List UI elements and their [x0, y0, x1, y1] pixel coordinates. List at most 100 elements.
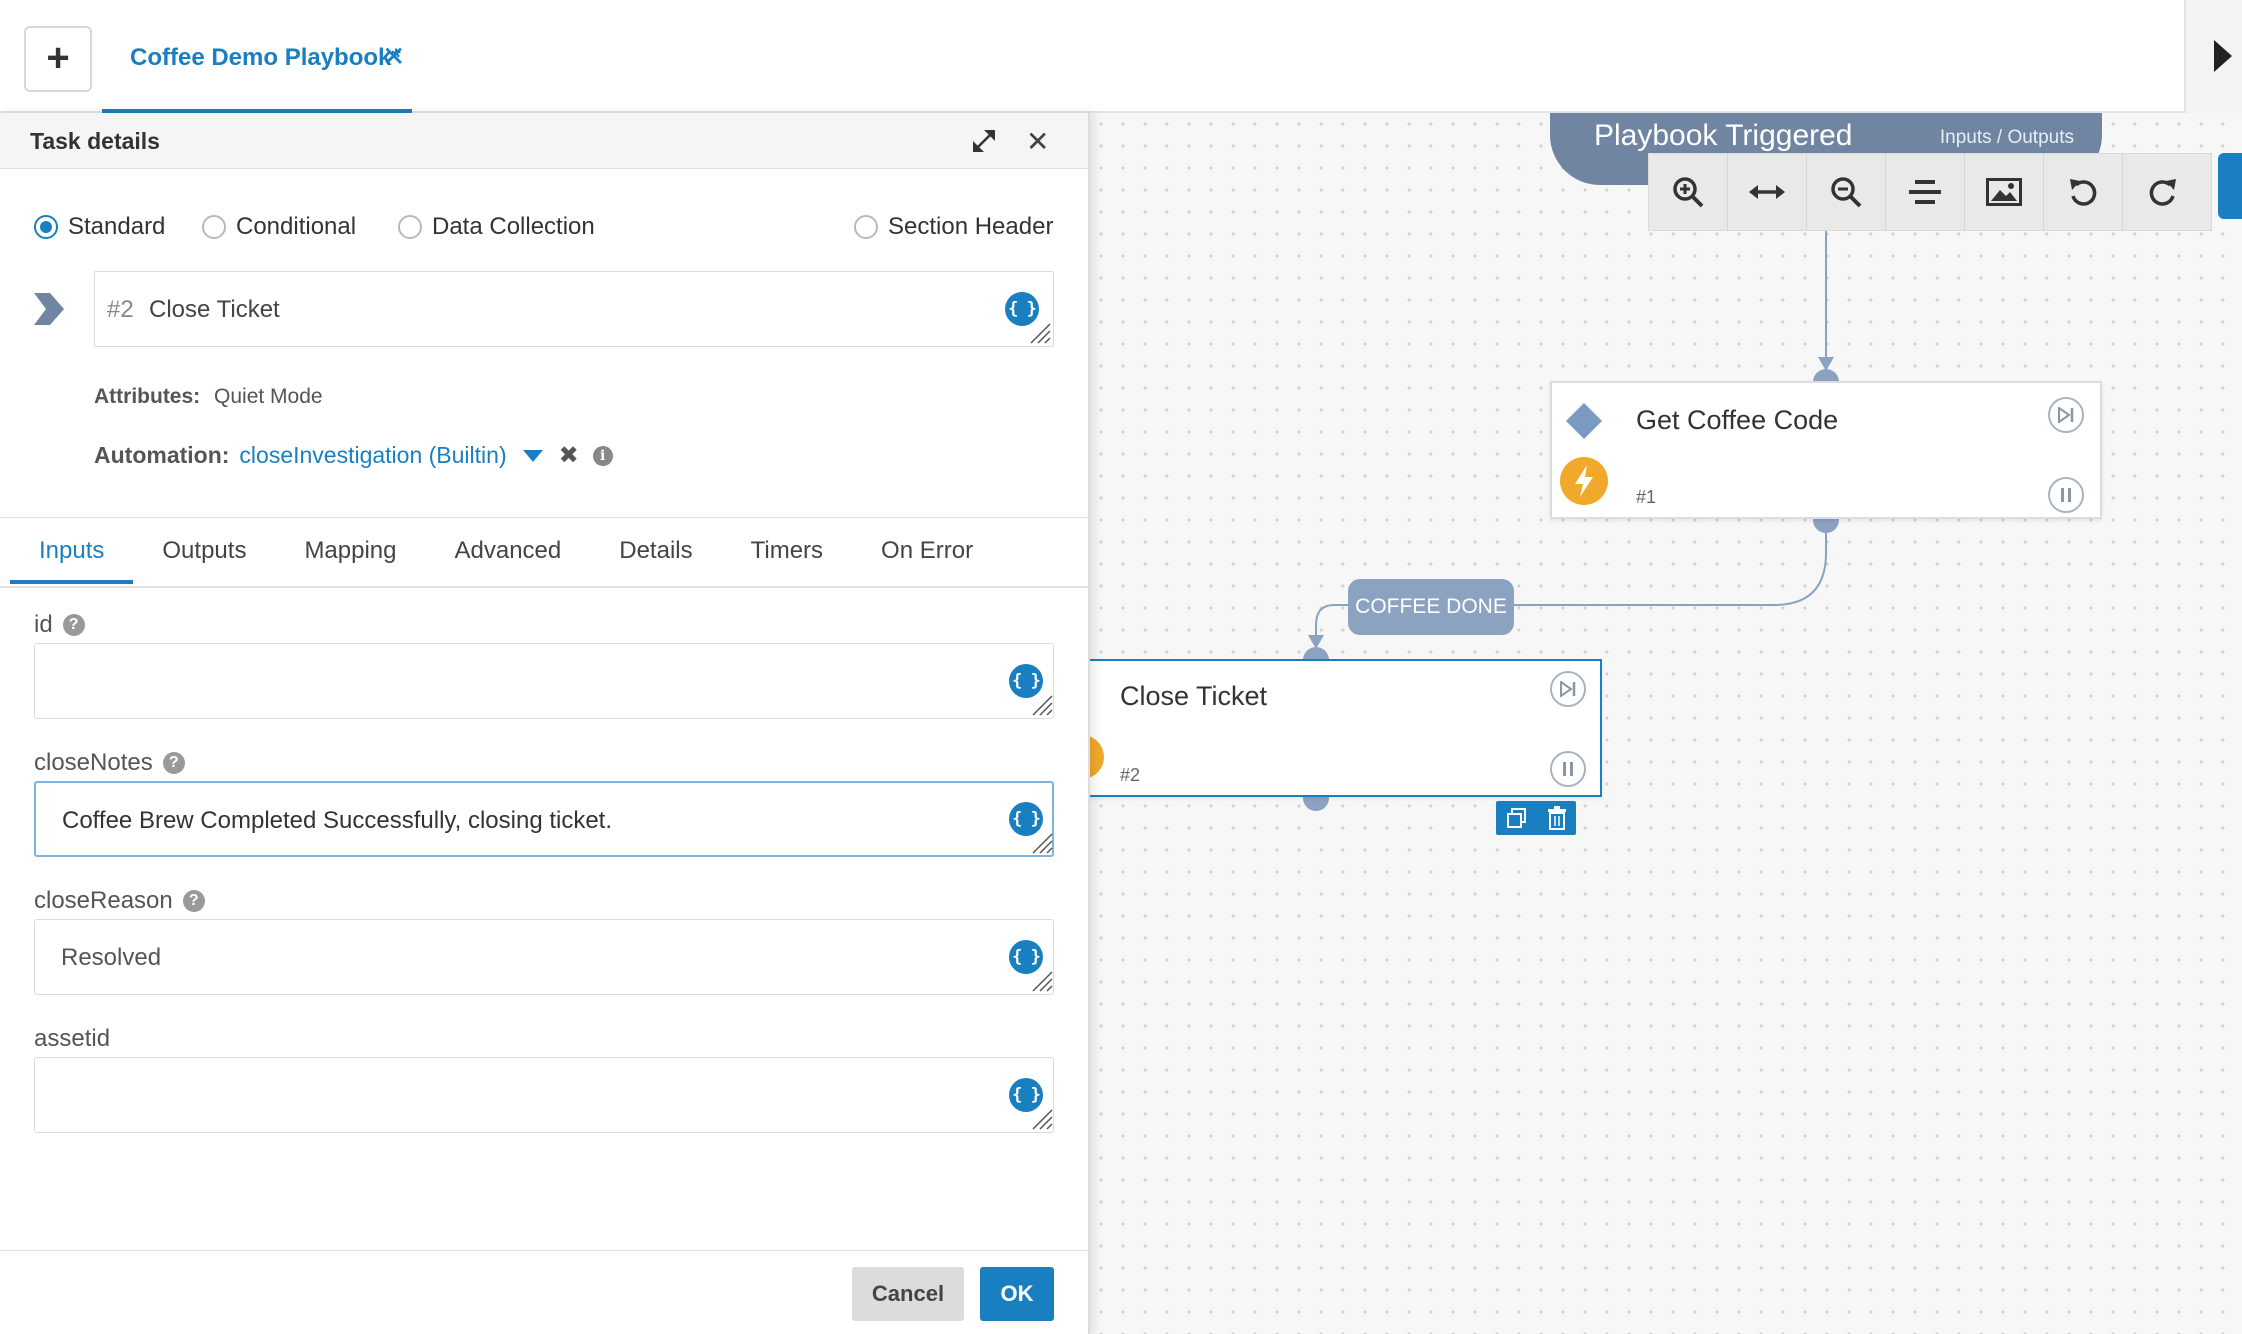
radio-conditional[interactable]: Conditional	[202, 213, 356, 241]
canvas-toolbar	[1648, 153, 2212, 231]
lightning-icon	[1560, 457, 1608, 505]
tab-timers[interactable]: Timers	[722, 518, 852, 584]
panel-header: Task details ✕	[0, 113, 1088, 169]
zoom-out-icon[interactable]	[1807, 153, 1886, 231]
align-icon[interactable]	[1886, 153, 1965, 231]
task-tabs: Inputs Outputs Mapping Advanced Details …	[10, 518, 1002, 584]
pause-icon[interactable]	[2048, 477, 2084, 513]
resize-grip-icon[interactable]	[1031, 832, 1053, 854]
field-label-assetid: assetid	[34, 1025, 110, 1053]
field-label-text: assetid	[34, 1025, 111, 1052]
attributes-label: Attributes:	[94, 385, 201, 408]
tab-coffee-demo-playbook[interactable]: Coffee Demo Playbook* ✕	[102, 0, 412, 113]
radio-data-collection[interactable]: Data Collection	[398, 213, 595, 241]
caret-down-icon[interactable]	[522, 449, 543, 462]
radio-section-header[interactable]: Section Header	[854, 213, 1053, 241]
tab-mapping[interactable]: Mapping	[275, 518, 425, 584]
close-reason-input[interactable]: Resolved { }	[34, 919, 1054, 995]
resize-grip-icon[interactable]	[1029, 322, 1051, 344]
node-number: #2	[1120, 765, 1141, 785]
resize-grip-icon[interactable]	[1031, 694, 1053, 716]
radio-label: Standard	[68, 213, 166, 240]
tab-advanced[interactable]: Advanced	[426, 518, 591, 584]
remove-automation-icon[interactable]: ✖	[559, 441, 579, 470]
field-label-id: id ?	[34, 611, 85, 639]
tab-on-error[interactable]: On Error	[852, 518, 1002, 584]
radio-circle	[854, 215, 878, 239]
help-icon[interactable]: ?	[162, 752, 185, 774]
node-title: Close Ticket	[1120, 681, 1268, 711]
edge-condition-label[interactable]: COFFEE DONE	[1348, 579, 1514, 635]
assetid-input[interactable]: { }	[34, 1057, 1054, 1133]
task-details-panel: Task details ✕ Standard Conditional Data…	[0, 113, 1090, 1334]
field-label-close-notes: closeNotes ?	[34, 749, 185, 777]
close-notes-input[interactable]: Coffee Brew Completed Successfully, clos…	[34, 781, 1054, 857]
close-tab-icon[interactable]: ✕	[382, 40, 405, 73]
expression-icon[interactable]: { }	[1009, 802, 1043, 836]
radio-circle	[202, 215, 226, 239]
redo-icon[interactable]	[2123, 153, 2202, 231]
automation-row: Automation: closeInvestigation (Builtin)…	[94, 441, 613, 470]
skip-icon[interactable]	[1550, 671, 1586, 707]
field-label-text: closeReason	[34, 887, 173, 914]
tab-details[interactable]: Details	[590, 518, 721, 584]
attributes-value: Quiet Mode	[214, 385, 323, 408]
task-node-get-coffee-code[interactable]: Get Coffee Code #1	[1550, 381, 2102, 519]
resize-grip-icon[interactable]	[1031, 1108, 1053, 1130]
expression-icon[interactable]: { }	[1009, 940, 1043, 974]
task-name-input[interactable]: #2 Close Ticket { }	[94, 271, 1054, 347]
field-label-text: id	[34, 611, 53, 638]
help-icon[interactable]: ?	[62, 614, 85, 636]
cancel-button[interactable]: Cancel	[852, 1267, 964, 1321]
field-label-text: closeNotes	[34, 749, 153, 776]
tab-inputs[interactable]: Inputs	[10, 518, 134, 584]
task-node-close-ticket[interactable]: Close Ticket #2	[1090, 659, 1602, 797]
expression-icon[interactable]: { }	[1009, 1078, 1043, 1112]
tab-label: Coffee Demo Playbook*	[130, 44, 401, 71]
diamond-icon	[1566, 403, 1602, 439]
node-actions-bar	[1496, 801, 1576, 835]
trash-icon[interactable]	[1547, 806, 1567, 830]
lightning-icon	[1090, 735, 1104, 779]
info-icon[interactable]: i	[592, 445, 613, 466]
automation-label: Automation:	[94, 442, 230, 468]
field-value: Resolved	[61, 944, 162, 971]
panel-title: Task details	[30, 128, 160, 154]
id-input[interactable]: { }	[34, 643, 1054, 719]
attributes-row: Attributes: Quiet Mode	[94, 385, 323, 409]
tab-outputs[interactable]: Outputs	[133, 518, 275, 584]
inputs-outputs-link[interactable]: Inputs / Outputs	[1940, 127, 2074, 149]
radio-label: Data Collection	[432, 213, 595, 240]
add-tab-button[interactable]: +	[24, 26, 92, 92]
fit-width-icon[interactable]	[1728, 153, 1807, 231]
automation-link[interactable]: closeInvestigation (Builtin)	[239, 442, 506, 469]
copy-icon[interactable]	[1505, 806, 1529, 830]
expression-icon[interactable]: { }	[1005, 292, 1039, 326]
help-icon[interactable]: ?	[182, 890, 205, 912]
right-panel-toggle[interactable]	[2184, 0, 2242, 113]
play-arrow-icon	[2214, 40, 2232, 72]
trigger-title: Playbook Triggered	[1594, 119, 1853, 152]
playbook-canvas[interactable]: Playbook Triggered Inputs / Outputs Get …	[1090, 113, 2242, 1334]
task-name-value: Close Ticket	[149, 296, 280, 323]
undo-icon[interactable]	[2044, 153, 2123, 231]
radio-standard[interactable]: Standard	[34, 213, 165, 241]
zoom-in-icon[interactable]	[1649, 153, 1728, 231]
field-value: Coffee Brew Completed Successfully, clos…	[62, 807, 613, 834]
radio-circle	[34, 215, 58, 239]
radio-circle	[398, 215, 422, 239]
image-export-icon[interactable]	[1965, 153, 2044, 231]
resize-grip-icon[interactable]	[1031, 970, 1053, 992]
skip-icon[interactable]	[2048, 397, 2084, 433]
close-panel-icon[interactable]: ✕	[1026, 125, 1049, 158]
ok-button[interactable]: OK	[980, 1267, 1054, 1321]
pause-icon[interactable]	[1550, 751, 1586, 787]
expand-icon[interactable]	[970, 127, 998, 155]
top-bar: + Coffee Demo Playbook* ✕	[0, 0, 2242, 113]
expression-icon[interactable]: { }	[1009, 664, 1043, 698]
task-number: #2	[107, 296, 134, 323]
radio-label: Conditional	[236, 213, 357, 240]
field-label-close-reason: closeReason ?	[34, 887, 205, 915]
side-panel-edge[interactable]	[2218, 153, 2242, 219]
divider	[0, 586, 1088, 588]
